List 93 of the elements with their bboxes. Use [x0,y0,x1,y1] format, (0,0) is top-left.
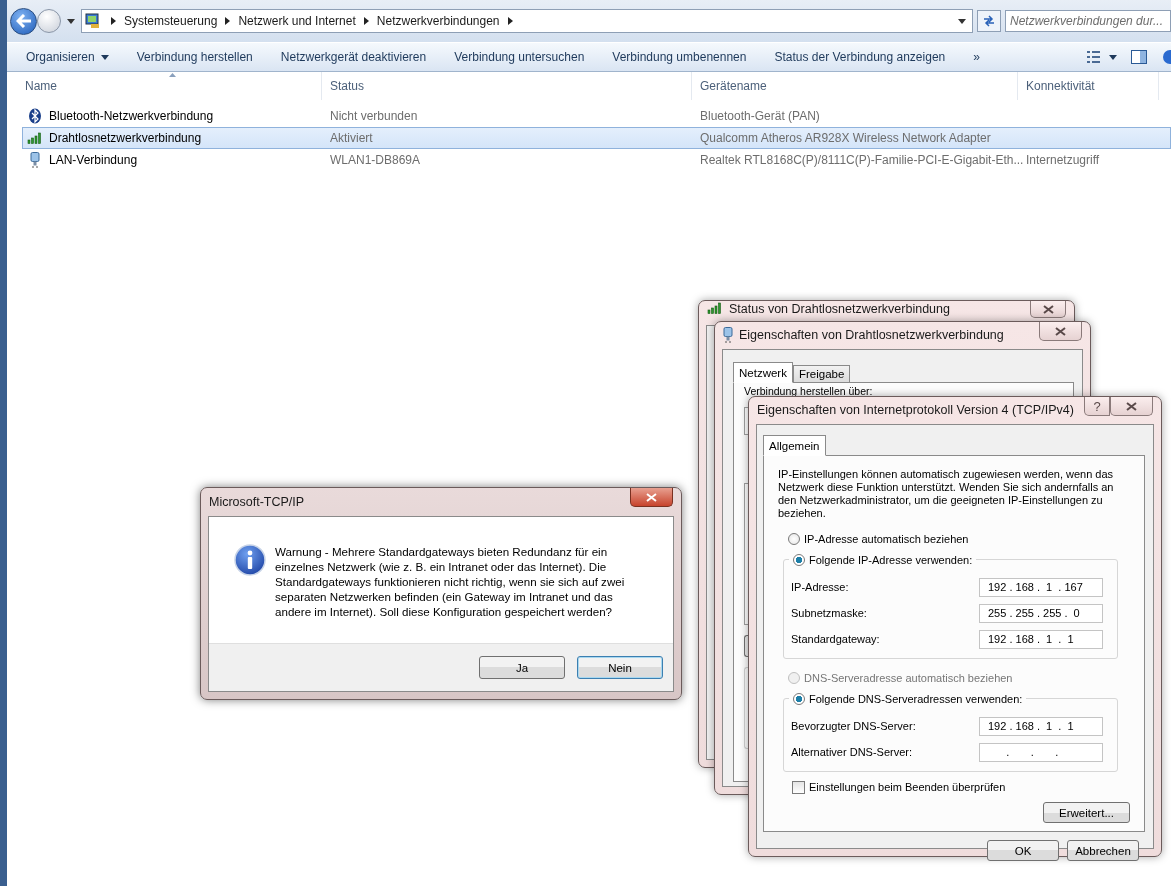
sort-arrow-icon [169,73,176,77]
connection-row[interactable]: Drahtlosnetzwerkverbindung Aktiviert Qualcomm Atheros AR928X Wireless Network Adapter [22,127,1171,149]
back-button[interactable] [10,7,37,35]
close-icon [646,492,657,502]
signal-bars-icon [27,132,43,144]
checkbox[interactable] [792,780,805,794]
view-options-icon[interactable] [1087,51,1117,63]
tab[interactable]: Freigabe [792,365,851,383]
help-button[interactable]: ? [1084,397,1110,416]
chevron-icon[interactable] [507,17,513,25]
connection-name: Bluetooth-Netzwerkverbindung [49,109,214,123]
organize-menu[interactable]: Organisieren [12,45,123,69]
radio-button[interactable] [788,533,800,545]
radio-label: DNS-Serveradresse automatisch beziehen [804,672,1013,684]
radio-button[interactable] [793,693,805,705]
connection-row[interactable]: Bluetooth-Netzwerkverbindung Nicht verbunden Bluetooth-Gerät (PAN) [22,105,1171,127]
column-header[interactable]: Gerätename [692,72,1018,100]
close-button[interactable] [1039,322,1082,341]
checkbox-label: Einstellungen beim Beenden überprüfen [809,781,1006,793]
description-text: IP-Einstellungen können automatisch zugewiesen werden, wenn das Netzwerk diese Funktion unterstützt. Wenden Sie sich andernfalls an den Netzwerkadministrator, um die geeigneten IP-Einstellungen zu beziehen. [778,468,1115,520]
close-button[interactable] [1030,301,1066,318]
toolbar-button[interactable]: Verbindung herstellen [122,45,267,69]
ip-address-field[interactable]: 192 . 168 . 1 . 167 [979,577,1103,597]
column-header[interactable]: Konnektivität [1018,72,1159,100]
address-field[interactable]: Systemsteuerung Netzwerk und Internet Netzwerkverbindungen [81,9,973,33]
network-plug-icon [27,152,43,168]
window-title: Eigenschaften von Internetprotokoll Version 4 (TCP/IPv4) [757,403,1074,417]
table-cell: Qualcomm Atheros AR928X Wireless Network Adapter [700,131,991,145]
close-icon [1042,304,1054,314]
close-button[interactable] [1110,397,1153,416]
connection-name: LAN-Verbindung [49,153,138,167]
caret-icon [100,54,109,60]
field-label: Subnetzmaske: [791,607,867,619]
more-button[interactable]: » [959,45,994,69]
signal-bars-icon [707,302,723,314]
chevron-icon[interactable] [225,17,231,25]
connection-row[interactable]: LAN-Verbindung WLAN1-DB869A Realtek RTL8168C(P)/8111C(P)-Familie-PCI-E-Gigabit-Eth... Internetzugriff [22,149,1171,171]
window-title: Microsoft-TCP/IP [209,494,305,509]
arrow-left-icon [15,14,32,28]
dialog-button[interactable]: Ja [479,656,565,679]
toolbar-button[interactable]: Verbindung umbenennen [598,45,761,69]
info-icon [234,544,266,576]
toolbar-button[interactable]: Verbindung untersuchen [440,45,599,69]
refresh-icon [982,15,996,27]
toolbar-button[interactable]: Netzwerkgerät deaktivieren [266,45,441,69]
ip-address-field[interactable]: 192 . 168 . 1 . 1 [979,629,1103,649]
column-header[interactable]: Status [322,72,692,100]
close-icon [1055,326,1066,336]
message-text: Warnung - Mehrere Standardgateways bieten Redundanz für ein einzelnes Netzwerk (wie z. B. ein Intranet oder das Internet). Die Standardgateways funktionieren nicht richtig, wenn sie sich auf zwei separaten Netzwerken befinden (ein Gateway im Intranet und das andere im Internet). Soll diese Konfiguration gespeichert werden? [275,544,626,620]
caret-icon[interactable] [67,18,75,24]
window-title: Eigenschaften von Drahtlosnetzwerkverbindung [739,328,1004,342]
breadcrumb[interactable]: Netzwerk und Internet [238,14,356,28]
field-label: Alternativer DNS-Server: [791,746,913,758]
refresh-button[interactable] [977,10,1001,32]
preview-pane-icon[interactable] [1131,50,1147,64]
radio-label: Folgende DNS-Serveradressen verwenden: [809,693,1023,705]
chevron-icon[interactable] [111,17,116,25]
bluetooth-icon [27,108,43,124]
table-cell: Nicht verbunden [330,109,418,123]
control-panel-icon [85,13,101,29]
table-cell: Realtek RTL8168C(P)/8111C(P)-Familie-PCI-E-Gigabit-Eth... [700,153,1024,167]
search-field[interactable]: Netzwerkverbindungen dur... [1005,10,1171,32]
table-cell: Internetzugriff [1026,153,1100,167]
ip-address-field[interactable]: . . . [979,742,1103,762]
radio-label: IP-Adresse automatisch beziehen [804,533,969,545]
ip-address-field[interactable]: 255 . 255 . 255 . 0 [979,603,1103,623]
breadcrumb[interactable]: Systemsteuerung [124,14,218,28]
tab[interactable]: Allgemein [763,435,826,456]
table-cell: Aktiviert [330,131,373,145]
radio-button[interactable] [793,554,805,566]
dropdown-arrow-icon[interactable] [958,18,966,24]
ip-address-field[interactable]: 192 . 168 . 1 . 1 [979,716,1103,736]
field-label: Verbindung herstellen über: [744,385,873,397]
window-title: Status von Drahtlosnetzwerkverbindung [729,302,950,316]
table-cell: Bluetooth-Gerät (PAN) [700,109,820,123]
dialog-button[interactable]: OK [987,840,1059,861]
table-cell: WLAN1-DB869A [330,153,421,167]
advanced-button[interactable]: Erweitert... [1043,802,1130,823]
toolbar-button[interactable]: Status der Verbindung anzeigen [760,45,960,69]
chevron-icon[interactable] [363,17,369,25]
close-button[interactable] [630,488,673,507]
tab[interactable]: Netzwerk [733,362,793,383]
field-label: Standardgateway: [791,633,880,645]
breadcrumb[interactable]: Netzwerkverbindungen [376,14,500,28]
dialog-button[interactable]: Abbrechen [1067,840,1139,861]
column-header[interactable]: Name [17,72,322,100]
network-plug-icon [723,327,733,343]
dialog-button[interactable]: Nein [577,656,663,679]
field-label: IP-Adresse: [791,581,849,593]
close-icon [1126,401,1137,411]
radio-label: Folgende IP-Adresse verwenden: [809,554,973,566]
field-label: Bevorzugter DNS-Server: [791,720,916,732]
connection-name: Drahtlosnetzwerkverbindung [49,131,202,145]
